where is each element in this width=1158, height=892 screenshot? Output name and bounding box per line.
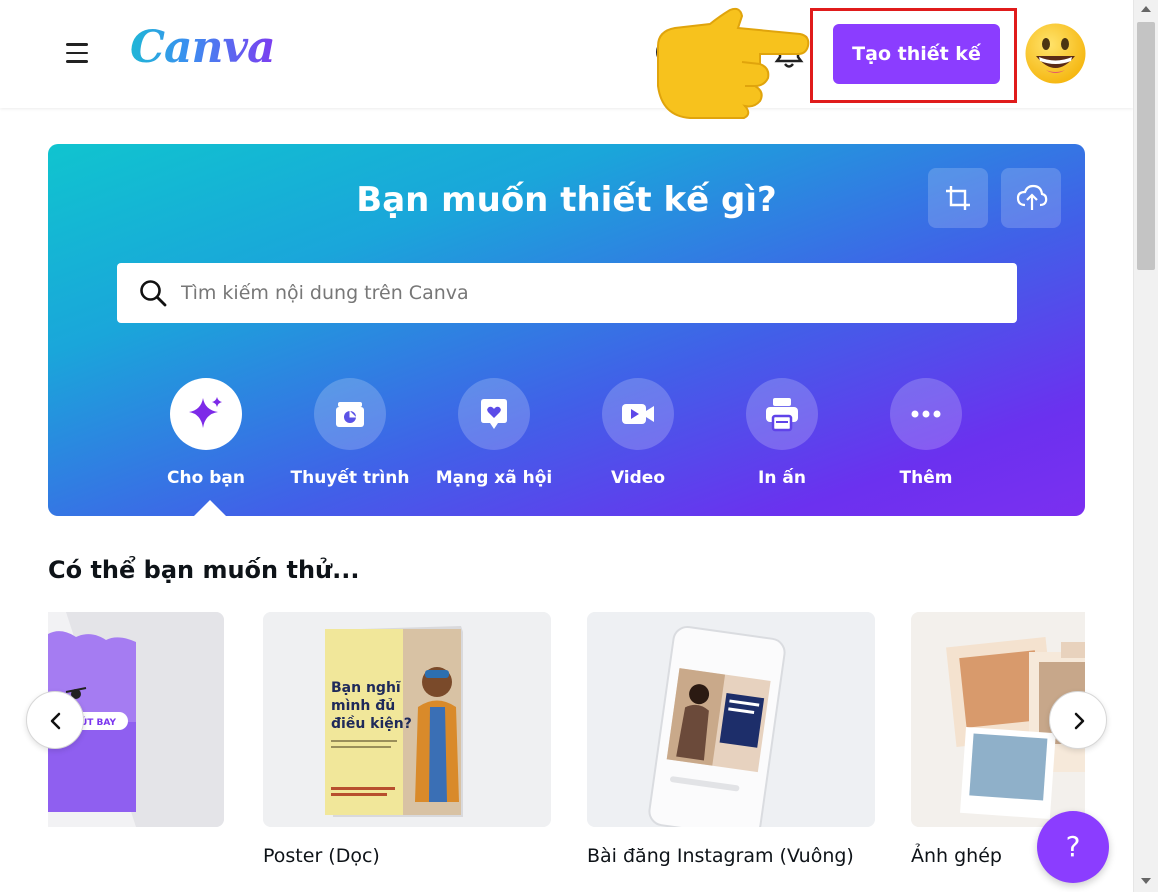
printer-icon [766, 398, 798, 432]
category-circle [314, 378, 386, 450]
canva-home-page: Canva Tạo thiết kế Bạn muốn thiết kế gì?… [0, 0, 1158, 892]
pointing-hand-icon [657, 7, 810, 119]
create-design-button[interactable]: Tạo thiết kế [833, 24, 1000, 84]
design-thumbnail: Bạn nghĩ mình đủ điều kiện? [263, 612, 551, 827]
category-label: Thuyết trình [290, 468, 410, 488]
category-label: Cho bạn [167, 468, 245, 488]
video-camera-icon [622, 404, 654, 424]
grinning-face-avatar-icon[interactable] [1024, 22, 1087, 85]
cloud-upload-icon [1016, 184, 1048, 210]
crop-icon [946, 186, 970, 210]
search-input[interactable] [181, 263, 1001, 323]
vertical-scrollbar[interactable] [1133, 0, 1158, 892]
scroll-down-arrow-icon[interactable] [1141, 878, 1151, 884]
help-button[interactable]: ? [1037, 811, 1109, 883]
design-card-instagram-post[interactable]: Bài đăng Instagram (Vuông) [587, 612, 875, 867]
carousel-prev-button[interactable] [26, 691, 84, 749]
custom-size-button[interactable] [928, 168, 988, 228]
category-circle [170, 378, 242, 450]
poster-mockup-image: Bạn nghĩ mình đủ điều kiện? [263, 612, 551, 827]
scroll-thumb[interactable] [1137, 22, 1155, 270]
category-label: Video [610, 468, 666, 488]
category-social-media[interactable]: Mạng xã hội [424, 378, 564, 488]
category-circle [458, 378, 530, 450]
category-circle [746, 378, 818, 450]
category-presentation[interactable]: Thuyết trình [280, 378, 420, 488]
presentation-icon [336, 402, 364, 427]
scroll-up-arrow-icon[interactable] [1141, 6, 1151, 12]
design-thumbnail [587, 612, 875, 827]
category-video[interactable]: Video [568, 378, 708, 488]
phone-mockup-image [587, 612, 875, 827]
chevron-right-icon [1074, 712, 1085, 730]
section-title: Có thể bạn muốn thử... [48, 556, 360, 584]
category-circle [602, 378, 674, 450]
category-label: Thêm [899, 468, 953, 488]
carousel-next-button[interactable] [1049, 691, 1107, 749]
active-category-indicator [194, 500, 226, 516]
suggestions-carousel: VÚT BAY Bạn nghĩ mình đủ điều kiện? Post… [48, 612, 1085, 882]
hero-banner: Bạn muốn thiết kế gì? Tìm kiếm nội dung … [48, 144, 1085, 516]
search-icon [140, 280, 167, 307]
category-circle [890, 378, 962, 450]
category-for-you[interactable]: Cho bạn [136, 378, 276, 488]
top-header: Canva Tạo thiết kế [0, 0, 1133, 119]
search-bar[interactable] [117, 263, 1017, 323]
chevron-left-icon [50, 712, 61, 730]
sparkle-icon [189, 397, 222, 428]
canva-logo[interactable]: Canva [130, 22, 276, 73]
design-card-label: Bài đăng Instagram (Vuông) [587, 845, 854, 867]
design-card-poster[interactable]: Bạn nghĩ mình đủ điều kiện? Poster (Dọc) [263, 612, 551, 867]
upload-button[interactable] [1001, 168, 1061, 228]
design-card-label: Poster (Dọc) [263, 845, 380, 867]
category-label: Mạng xã hội [435, 468, 553, 488]
heart-chat-icon [481, 399, 507, 429]
category-more[interactable]: Thêm [856, 378, 996, 488]
menu-icon[interactable] [66, 43, 88, 63]
category-print[interactable]: In ấn [712, 378, 852, 488]
more-dots-icon [911, 410, 941, 418]
category-label: In ấn [758, 468, 806, 488]
